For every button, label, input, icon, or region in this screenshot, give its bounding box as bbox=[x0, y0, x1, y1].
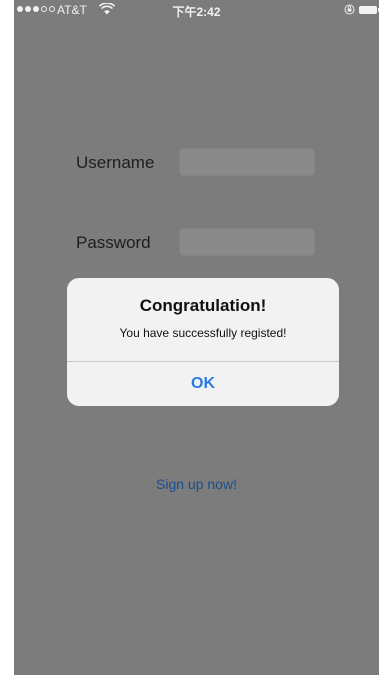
orientation-lock-icon bbox=[344, 4, 355, 15]
password-label: Password bbox=[76, 233, 151, 252]
app-screen: AT&T 下午2:42 Username Password Sign up no… bbox=[14, 0, 379, 675]
battery-icon bbox=[359, 6, 379, 14]
status-time: 下午2:42 bbox=[172, 5, 221, 19]
username-label: Username bbox=[76, 153, 155, 172]
password-input[interactable] bbox=[179, 228, 315, 256]
device-frame: AT&T 下午2:42 Username Password Sign up no… bbox=[0, 0, 390, 675]
alert-title: Congratulation! bbox=[139, 296, 267, 315]
username-input[interactable] bbox=[179, 148, 315, 176]
signup-link[interactable]: Sign up now! bbox=[14, 476, 379, 492]
alert-message: You have successfully registed! bbox=[119, 326, 287, 340]
status-bar: AT&T 下午2:42 bbox=[14, 0, 379, 22]
success-alert-dialog: Congratulation! You have successfully re… bbox=[67, 278, 339, 406]
alert-ok-button[interactable]: OK bbox=[67, 362, 339, 406]
